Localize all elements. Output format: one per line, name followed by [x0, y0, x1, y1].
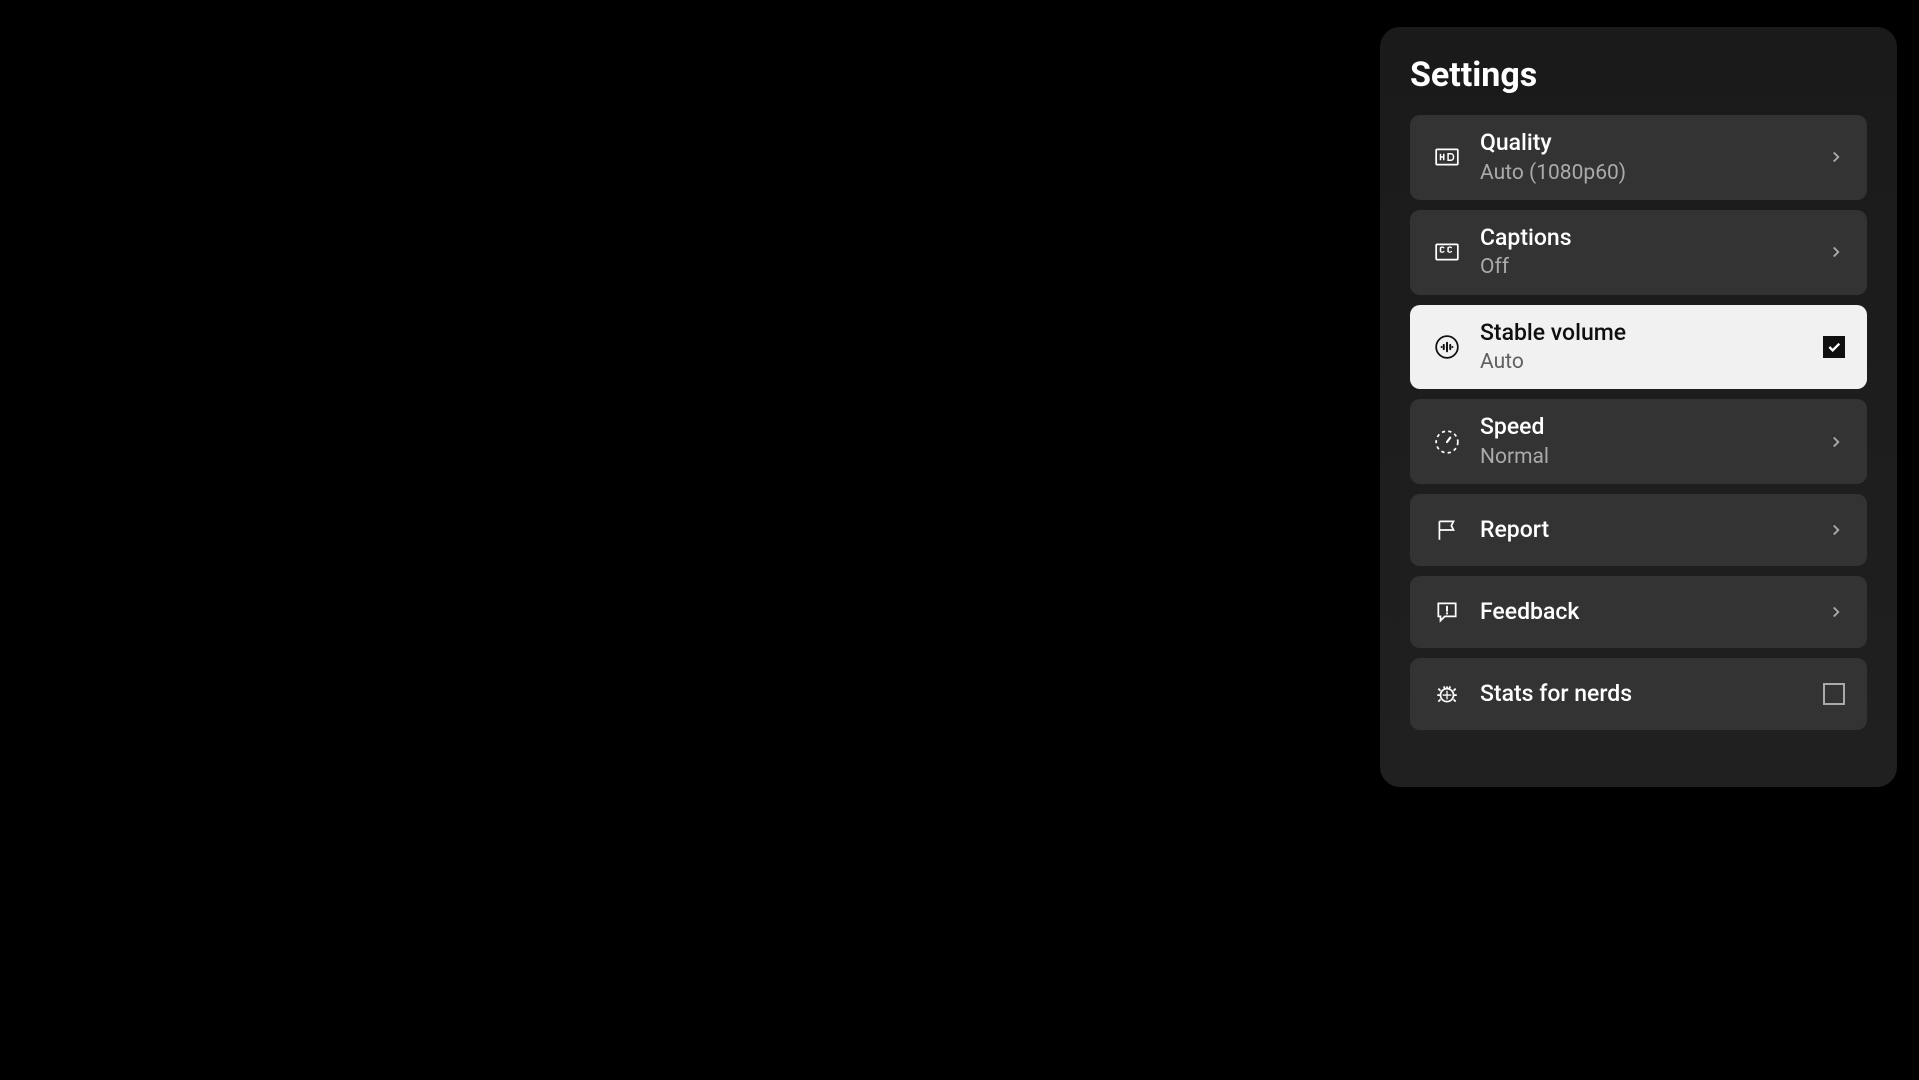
bug-icon	[1432, 679, 1462, 709]
setting-item-feedback[interactable]: Feedback	[1410, 576, 1867, 648]
setting-text: Speed Normal	[1480, 413, 1827, 470]
setting-item-stats[interactable]: Stats for nerds	[1410, 658, 1867, 730]
settings-list: Quality Auto (1080p60) Captions Off	[1380, 115, 1897, 730]
setting-subtitle: Normal	[1480, 445, 1827, 470]
cc-icon	[1432, 237, 1462, 267]
setting-text: Stats for nerds	[1480, 680, 1823, 708]
setting-title: Stable volume	[1480, 319, 1823, 347]
setting-text: Report	[1480, 516, 1827, 544]
chevron-right-icon	[1827, 521, 1845, 539]
stable-volume-icon	[1432, 332, 1462, 362]
setting-title: Feedback	[1480, 598, 1827, 626]
setting-subtitle: Off	[1480, 255, 1827, 280]
setting-text: Feedback	[1480, 598, 1827, 626]
feedback-icon	[1432, 597, 1462, 627]
panel-title: Settings	[1380, 55, 1897, 115]
setting-text: Quality Auto (1080p60)	[1480, 129, 1827, 186]
hd-icon	[1432, 142, 1462, 172]
setting-title: Report	[1480, 516, 1827, 544]
checkbox-unchecked[interactable]	[1823, 683, 1845, 705]
chevron-right-icon	[1827, 603, 1845, 621]
setting-subtitle: Auto	[1480, 350, 1823, 375]
checkbox-checked[interactable]	[1823, 336, 1845, 358]
setting-text: Captions Off	[1480, 224, 1827, 281]
chevron-right-icon	[1827, 433, 1845, 451]
setting-item-stable-volume[interactable]: Stable volume Auto	[1410, 305, 1867, 390]
settings-panel: Settings Quality Auto (1080p60)	[1380, 27, 1897, 787]
setting-text: Stable volume Auto	[1480, 319, 1823, 376]
setting-title: Quality	[1480, 129, 1827, 157]
chevron-right-icon	[1827, 243, 1845, 261]
setting-subtitle: Auto (1080p60)	[1480, 161, 1827, 186]
speed-icon	[1432, 427, 1462, 457]
setting-title: Speed	[1480, 413, 1827, 441]
setting-item-speed[interactable]: Speed Normal	[1410, 399, 1867, 484]
setting-item-captions[interactable]: Captions Off	[1410, 210, 1867, 295]
setting-item-report[interactable]: Report	[1410, 494, 1867, 566]
setting-title: Captions	[1480, 224, 1827, 252]
chevron-right-icon	[1827, 148, 1845, 166]
setting-item-quality[interactable]: Quality Auto (1080p60)	[1410, 115, 1867, 200]
setting-title: Stats for nerds	[1480, 680, 1823, 708]
flag-icon	[1432, 515, 1462, 545]
